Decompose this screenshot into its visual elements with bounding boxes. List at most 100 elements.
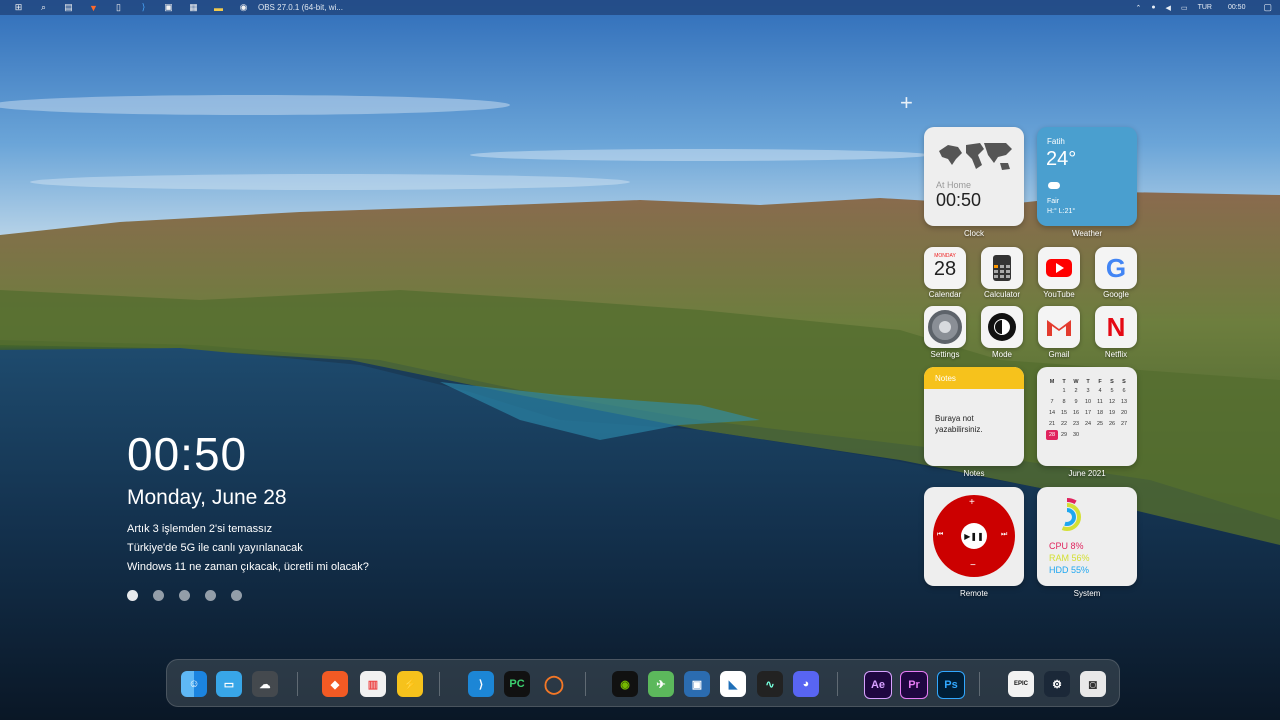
weather-widget[interactable]: Fatih 24° Fair H:° L:21° <box>1037 127 1137 226</box>
calendar-day-cell[interactable]: 26 <box>1106 419 1118 429</box>
calendar-day-cell[interactable]: 6 <box>1118 386 1130 396</box>
taskbar-clock[interactable]: 00:50 <box>1228 4 1246 11</box>
calendar-day-cell[interactable]: 12 <box>1106 397 1118 407</box>
news-item[interactable]: Artık 3 işlemden 2'si temassız <box>127 520 369 539</box>
calendar-day-cell[interactable]: 2 <box>1070 386 1082 396</box>
calendar-day-cell[interactable]: 21 <box>1046 419 1058 429</box>
airplane-app-icon[interactable]: ✈ <box>648 671 674 697</box>
calendar-day-cell[interactable]: 8 <box>1058 397 1070 407</box>
notification-icon[interactable]: ▢ <box>1263 2 1272 13</box>
next-track-button[interactable]: ⏭ <box>1001 531 1007 539</box>
task-view-icon[interactable]: ▤ <box>62 2 75 13</box>
vscode-icon[interactable]: ⟩ <box>137 2 150 13</box>
calendar-day-cell[interactable]: 14 <box>1046 408 1058 418</box>
system-widget[interactable]: CPU 8% RAM 56% HDD 55% <box>1037 487 1137 586</box>
cloud-icon[interactable]: ☁ <box>252 671 278 697</box>
volume-up-button[interactable]: + <box>969 497 975 508</box>
add-widget-icon[interactable]: + <box>900 90 913 116</box>
jupyter-icon[interactable]: ◯ <box>541 671 567 697</box>
previous-track-button[interactable]: ⏮ <box>937 531 943 539</box>
calendar-day-cell[interactable]: 5 <box>1106 386 1118 396</box>
language-indicator[interactable]: TUR <box>1198 4 1212 11</box>
calendar-day-cell[interactable]: 11 <box>1094 397 1106 407</box>
network-icon[interactable]: ▭ <box>1181 4 1188 12</box>
calendar-day-cell[interactable]: 24 <box>1082 419 1094 429</box>
month-calendar-widget[interactable]: M T W T F S S 1 2 3 4 5 6 7 8 9 10 11 12 13 14 15 16 17 18 19 20 21… <box>1037 367 1137 466</box>
notes-body[interactable]: Buraya not yazabilirsiniz. <box>935 413 1015 435</box>
remote-widget[interactable]: + − ⏮ ⏭ ▶❚❚ <box>924 487 1024 586</box>
finder-icon[interactable]: ☺ <box>181 671 207 697</box>
obs-icon[interactable]: ◉ <box>237 2 250 13</box>
epic-games-icon[interactable]: EPIC <box>1008 671 1034 697</box>
monitor-app-icon[interactable]: ▣ <box>684 671 710 697</box>
play-pause-button[interactable]: ▶❚❚ <box>961 523 987 549</box>
calendar-day-cell[interactable]: 4 <box>1094 386 1106 396</box>
search-icon[interactable]: ⌕ <box>37 2 50 13</box>
calendar-day-cell[interactable]: 18 <box>1094 408 1106 418</box>
calendar-day-cell[interactable]: 25 <box>1094 419 1106 429</box>
premiere-icon[interactable]: Pr <box>900 671 928 699</box>
volume-icon[interactable]: ◀ <box>1166 4 1171 12</box>
news-item[interactable]: Türkiye'de 5G ile canlı yayınlanacak <box>127 539 369 558</box>
calendar-day-cell[interactable]: 20 <box>1118 408 1130 418</box>
mode-app[interactable] <box>981 306 1023 348</box>
phone-icon[interactable]: ▯ <box>112 2 125 13</box>
pycharm-icon[interactable]: PC <box>504 671 530 697</box>
after-effects-icon[interactable]: Ae <box>864 671 892 699</box>
volume-down-button[interactable]: − <box>970 560 976 571</box>
page-dot[interactable] <box>153 590 164 601</box>
page-dot[interactable] <box>127 590 138 601</box>
calendar-day-cell[interactable]: 23 <box>1070 419 1082 429</box>
youtube-app[interactable] <box>1038 247 1080 289</box>
brave-icon[interactable]: ◆ <box>322 671 348 697</box>
calendar-day-cell[interactable]: 28 <box>1046 430 1058 440</box>
calendar-day-cell[interactable]: 7 <box>1046 397 1058 407</box>
calendar-day-cell[interactable]: 22 <box>1058 419 1070 429</box>
calendar-day-cell[interactable]: 16 <box>1070 408 1082 418</box>
calendar-day-cell[interactable]: 27 <box>1118 419 1130 429</box>
image-viewer-icon[interactable]: ▣ <box>162 2 175 13</box>
calendar-app[interactable]: MONDAY 28 <box>924 247 966 289</box>
calculator-app[interactable] <box>981 247 1023 289</box>
microphone-icon[interactable]: ● <box>1151 4 1155 11</box>
windows-start-icon[interactable]: ⊞ <box>12 2 25 13</box>
cpu-usage: CPU 8% <box>1049 541 1084 551</box>
calendar-day-cell[interactable]: 1 <box>1058 386 1070 396</box>
camera-icon[interactable]: ◙ <box>1080 671 1106 697</box>
page-dot[interactable] <box>179 590 190 601</box>
brave-icon[interactable]: ▼ <box>87 2 100 13</box>
page-dot[interactable] <box>231 590 242 601</box>
clock-widget[interactable]: At Home 00:50 <box>924 127 1024 226</box>
bird-app-icon[interactable]: ◣ <box>720 671 746 697</box>
calendar-day-cell[interactable]: 19 <box>1106 408 1118 418</box>
page-dot[interactable] <box>205 590 216 601</box>
vscode-icon[interactable]: ⟩ <box>468 671 494 697</box>
files-icon[interactable]: ▭ <box>216 671 242 697</box>
steam-icon[interactable]: ⚙ <box>1044 671 1070 697</box>
folder-icon[interactable]: ▬ <box>212 2 225 13</box>
notes-header: Notes <box>924 367 1024 389</box>
discord-icon[interactable]: ◕ <box>793 671 819 697</box>
photoshop-icon[interactable]: Ps <box>937 671 965 699</box>
calendar-day-cell[interactable]: 17 <box>1082 408 1094 418</box>
calendar-day-cell[interactable]: 13 <box>1118 397 1130 407</box>
netflix-app[interactable]: N <box>1095 306 1137 348</box>
calendar-day-cell[interactable]: 30 <box>1070 430 1082 440</box>
photos-icon[interactable]: ▦ <box>187 2 200 13</box>
settings-app[interactable] <box>924 306 966 348</box>
obs-window-title[interactable]: OBS 27.0.1 (64-bit, wi... <box>258 3 343 12</box>
calendar-day-cell[interactable]: 10 <box>1082 397 1094 407</box>
calendar-day-cell[interactable]: 29 <box>1058 430 1070 440</box>
chart-app-icon[interactable]: ▥ <box>360 671 386 697</box>
gmail-app[interactable] <box>1038 306 1080 348</box>
calendar-day-cell[interactable]: 3 <box>1082 386 1094 396</box>
notes-widget[interactable]: Notes Buraya not yazabilirsiniz. <box>924 367 1024 466</box>
chevron-up-icon[interactable]: ⌃ <box>1135 4 1141 12</box>
nvidia-icon[interactable]: ◉ <box>612 671 638 697</box>
news-item[interactable]: Windows 11 ne zaman çıkacak, ücretli mi … <box>127 558 369 577</box>
calendar-day-cell[interactable]: 9 <box>1070 397 1082 407</box>
lightning-icon[interactable]: ⚡ <box>397 671 423 697</box>
google-app[interactable]: G <box>1095 247 1137 289</box>
calendar-day-cell[interactable]: 15 <box>1058 408 1070 418</box>
activity-monitor-icon[interactable]: ∿ <box>757 671 783 697</box>
